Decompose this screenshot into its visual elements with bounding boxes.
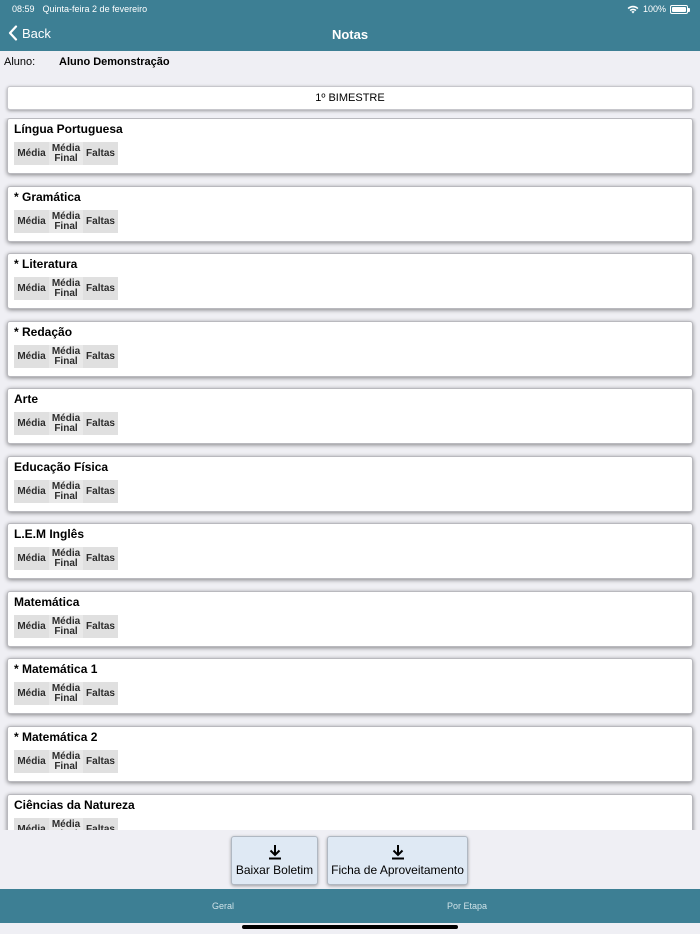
media-cell: Média: [14, 210, 49, 233]
subject-name: Arte: [14, 392, 39, 406]
media-cell: Média: [14, 547, 49, 570]
battery-percent: 100%: [642, 4, 666, 14]
media-final-cell: MédiaFinal: [49, 210, 83, 233]
download-report-label: Baixar Boletim: [235, 863, 314, 877]
grade-columns: Média MédiaFinal Faltas: [14, 412, 118, 435]
home-indicator[interactable]: [242, 925, 458, 929]
download-icon: [268, 845, 281, 860]
faltas-cell: Faltas: [83, 277, 118, 300]
student-label: Aluno:: [4, 56, 36, 68]
status-time: 08:59: [12, 4, 35, 14]
grade-columns: Média MédiaFinal Faltas: [14, 682, 118, 705]
subject-card: Educação Física Média Média Final Faltas: [7, 456, 693, 512]
faltas-cell: Faltas: [83, 547, 118, 570]
faltas-cell: Faltas: [83, 412, 118, 435]
subject-card: Matemática Média Média Final Faltas: [7, 591, 693, 647]
download-report-button[interactable]: Baixar Boletim: [231, 836, 318, 885]
media-cell: Média: [14, 615, 49, 638]
media-final-cell: MédiaFinal: [49, 818, 83, 830]
student-info: Aluno: Aluno Demonstração: [4, 56, 170, 68]
status-bar: 08:59 Quinta-feira 2 de fevereiro 100%: [12, 3, 690, 15]
battery-icon: [670, 4, 690, 14]
tab-geral[interactable]: Geral: [0, 889, 350, 923]
download-icon: [391, 845, 404, 860]
performance-sheet-button[interactable]: Ficha de Aproveitamento: [327, 836, 468, 885]
subject-card: Ciências da Natureza Média MédiaFinal Fa…: [7, 794, 693, 830]
media-final-cell: MédiaFinal: [49, 750, 83, 773]
faltas-cell: Faltas: [83, 818, 118, 830]
media-cell: Média: [14, 142, 49, 165]
subject-name: * Gramática: [14, 190, 81, 204]
subject-card: Língua Portuguesa Média Média Final Falta…: [7, 118, 693, 174]
faltas-cell: Faltas: [83, 682, 118, 705]
status-date: Quinta-feira 2 de fevereiro: [42, 4, 148, 14]
subject-card: * Literatura Média Média Final Faltas: [7, 253, 693, 309]
page-title: Notas: [331, 27, 369, 42]
student-name: Aluno Demonstração: [59, 56, 170, 68]
media-cell: Média: [14, 750, 49, 773]
media-final-cell: MédiaFinal: [49, 615, 83, 638]
grade-columns: Média MédiaFinal Faltas: [14, 142, 118, 165]
media-final-cell: MédiaFinal: [49, 480, 83, 503]
subject-name: L.E.M Inglês: [14, 527, 85, 541]
grade-columns: Média MédiaFinal Faltas: [14, 345, 118, 368]
faltas-cell: Faltas: [83, 480, 118, 503]
performance-sheet-label: Ficha de Aproveitamento: [331, 863, 464, 877]
media-cell: Média: [14, 480, 49, 503]
media-cell: Média: [14, 818, 49, 830]
wifi-icon: [627, 5, 639, 13]
period-selector[interactable]: 1º BIMESTRE: [7, 86, 693, 110]
media-final-cell: MédiaFinal: [49, 277, 83, 300]
faltas-cell: Faltas: [83, 142, 118, 165]
faltas-cell: Faltas: [83, 345, 118, 368]
subject-name: Ciências da Natureza: [14, 798, 135, 812]
faltas-cell: Faltas: [83, 750, 118, 773]
tab-por-etapa[interactable]: Por Etapa: [350, 889, 700, 923]
grade-columns: Média MédiaFinal Faltas: [14, 818, 118, 830]
subject-name: * Matemática 1: [14, 662, 98, 676]
subject-card: * Matemática 1 Média Média Final Faltas: [7, 658, 693, 714]
media-cell: Média: [14, 682, 49, 705]
subject-name: Matemática: [14, 595, 80, 609]
grade-columns: Média MédiaFinal Faltas: [14, 480, 118, 503]
grade-columns: Média MédiaFinal Faltas: [14, 210, 118, 233]
media-cell: Média: [14, 277, 49, 300]
subject-name: Língua Portuguesa: [14, 122, 123, 136]
subject-name: * Literatura: [14, 257, 78, 271]
subject-card: * Gramática Média Média Final Faltas: [7, 186, 693, 242]
subjects-list[interactable]: Língua Portuguesa Média Média Final Falta…: [0, 118, 700, 830]
media-final-cell: MédiaFinal: [49, 682, 83, 705]
grade-columns: Média MédiaFinal Faltas: [14, 615, 118, 638]
subject-card: * Matemática 2 Média Média Final Faltas: [7, 726, 693, 782]
media-final-cell: MédiaFinal: [49, 547, 83, 570]
media-cell: Média: [14, 412, 49, 435]
grade-columns: Média MédiaFinal Faltas: [14, 277, 118, 300]
subject-card: Arte Média Média Final Faltas: [7, 388, 693, 444]
faltas-cell: Faltas: [83, 615, 118, 638]
nav-header: 08:59 Quinta-feira 2 de fevereiro 100% B…: [0, 0, 700, 51]
subject-name: Educação Física: [14, 460, 109, 474]
subject-card: * Redação Média Média Final Faltas: [7, 321, 693, 377]
media-final-cell: MédiaFinal: [49, 142, 83, 165]
media-final-cell: MédiaFinal: [49, 412, 83, 435]
subject-name: * Matemática 2: [14, 730, 98, 744]
grade-columns: Média MédiaFinal Faltas: [14, 750, 118, 773]
faltas-cell: Faltas: [83, 210, 118, 233]
tab-bar: Geral Por Etapa: [0, 889, 700, 923]
grade-columns: Média MédiaFinal Faltas: [14, 547, 118, 570]
media-final-cell: MédiaFinal: [49, 345, 83, 368]
subject-card: L.E.M Inglês Média Média Final Faltas: [7, 523, 693, 579]
subject-name: * Redação: [14, 325, 73, 339]
media-cell: Média: [14, 345, 49, 368]
